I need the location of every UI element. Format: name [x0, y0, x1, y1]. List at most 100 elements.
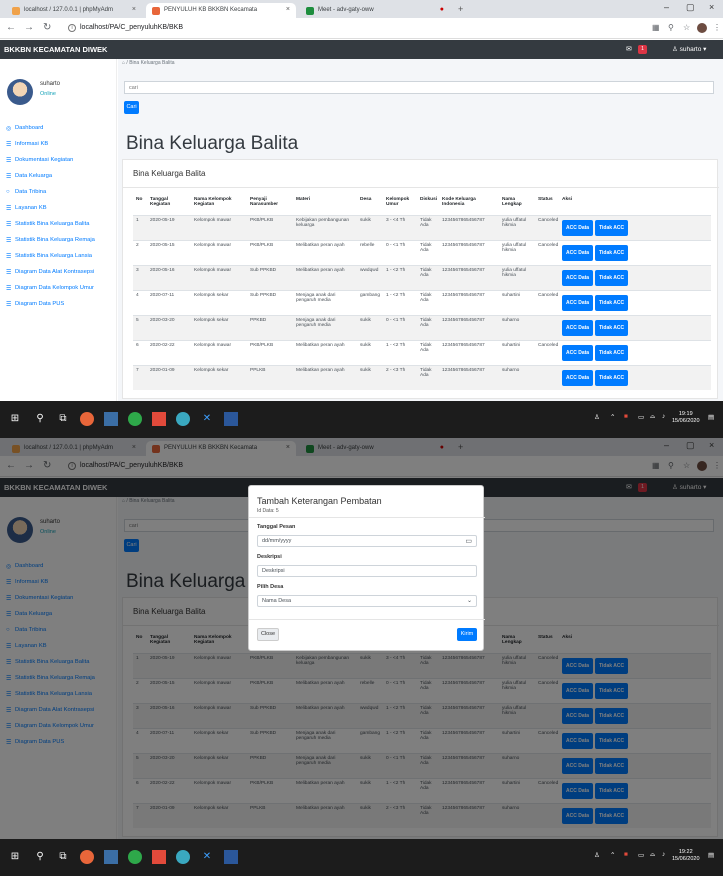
tidak-acc-button[interactable]: Tidak ACC [595, 294, 629, 311]
calendar-icon[interactable]: ▭ [465, 537, 472, 545]
url-field[interactable]: i localhost/PA/C_penyuluhKB/BKB [68, 22, 568, 35]
sidebar-item-dokumentasi[interactable]: ☰Dokumentasi Kegiatan [6, 157, 116, 173]
tab-phpmyadmin[interactable]: localhost / 127.0.0.1 | phpMyAdm × [6, 3, 142, 18]
network-icon[interactable]: ⌓ [650, 851, 655, 859]
search-icon[interactable]: ⚲ [33, 850, 47, 864]
app-icon[interactable] [176, 412, 190, 426]
brand[interactable]: BKKBN KECAMATAN DIWEK [4, 45, 107, 54]
sidebar-item-data-keluarga[interactable]: ☰Data Keluarga [6, 173, 116, 189]
tidak-acc-button[interactable]: Tidak ACC [595, 244, 629, 261]
mail-icon[interactable]: ✉ [626, 45, 632, 53]
windows-start-icon[interactable]: ⊞ [8, 850, 22, 864]
date-input[interactable]: dd/mm/yyyy ▭ [257, 535, 477, 547]
profile-avatar-icon[interactable] [697, 23, 707, 33]
sidebar-item-informasi-kb[interactable]: ☰Informasi KB [6, 141, 116, 157]
menu-dots-icon[interactable]: ⋮ [713, 23, 721, 32]
table-cell: Kelompok sekar [191, 364, 247, 390]
zoom-icon[interactable]: ⚲ [668, 23, 674, 32]
tray-chevron-icon[interactable]: ⌃ [610, 413, 615, 421]
sidebar-item-statistik-balita[interactable]: ☰Statistik Bina Keluarga Balita [6, 221, 116, 237]
new-tab-icon[interactable]: + [458, 4, 463, 14]
table-cell: 1234567865456787 [439, 364, 499, 390]
tidak-acc-button[interactable]: Tidak ACC [595, 319, 629, 336]
back-icon[interactable]: ← [6, 22, 16, 33]
notification-icon[interactable]: ▤ [708, 413, 714, 421]
desc-input[interactable]: Deskripsi [257, 565, 477, 577]
sidebar-item-diagram-kontrasepsi[interactable]: ☰Diagram Data Alat Kontrasepsi [6, 269, 116, 285]
acc-data-button[interactable]: ACC Data [562, 319, 594, 336]
word-icon[interactable] [224, 412, 238, 426]
acc-data-button[interactable]: ACC Data [562, 294, 594, 311]
search-icon[interactable]: ⚲ [33, 412, 47, 426]
volume-icon[interactable]: ♪ [662, 851, 665, 858]
sidebar-item-diagram-umur[interactable]: ☰Diagram Data Kelompok Umur [6, 285, 116, 301]
acc-data-button[interactable]: ACC Data [562, 344, 594, 361]
search-button[interactable]: Cari [124, 101, 139, 114]
vscode-icon[interactable]: ✕ [200, 850, 214, 864]
sidebar-item-layanan-kb[interactable]: ☰Layanan KB [6, 205, 116, 221]
sidebar-item-data-tribina[interactable]: ○ Data Tribina [6, 189, 116, 205]
network-icon[interactable]: ⌓ [650, 413, 655, 421]
sidebar-item-statistik-lansia[interactable]: ☰Statistik Bina Keluarga Lansia [6, 253, 116, 269]
file-explorer-icon[interactable] [104, 412, 118, 426]
xampp-tray-icon[interactable]: ■ [624, 851, 628, 858]
battery-icon[interactable]: ▭ [638, 413, 644, 421]
xampp-tray-icon[interactable]: ■ [624, 413, 628, 420]
whatsapp-icon[interactable] [128, 412, 142, 426]
people-icon[interactable]: ♙ [594, 413, 600, 421]
tray-chevron-icon[interactable]: ⌃ [610, 851, 615, 859]
tidak-acc-button[interactable]: Tidak ACC [595, 369, 629, 386]
acc-data-button[interactable]: ACC Data [562, 244, 594, 261]
notification-icon[interactable]: ▤ [708, 851, 714, 859]
forward-icon[interactable]: → [24, 22, 34, 33]
tidak-acc-button[interactable]: Tidak ACC [595, 269, 629, 286]
tidak-acc-button[interactable]: Tidak ACC [595, 344, 629, 361]
windows-start-icon[interactable]: ⊞ [8, 412, 22, 426]
translate-icon[interactable]: ▦ [652, 23, 660, 32]
vscode-icon[interactable]: ✕ [200, 412, 214, 426]
submit-button[interactable]: Kirim [457, 628, 477, 641]
app-icon[interactable] [176, 850, 190, 864]
tidak-acc-button[interactable]: Tidak ACC [595, 219, 629, 236]
tab-meet[interactable]: Meet - adv-gaty-oww ● [300, 3, 450, 18]
xampp-icon[interactable] [152, 412, 166, 426]
file-explorer-icon[interactable] [104, 850, 118, 864]
minimize-icon[interactable]: – [664, 2, 669, 12]
task-view-icon[interactable]: ⧉ [56, 412, 70, 426]
sidebar-item-statistik-remaja[interactable]: ☰Statistik Bina Keluarga Remaja [6, 237, 116, 253]
action-cell: ACC DataTidak ACC [559, 364, 711, 390]
chrome-icon[interactable] [80, 412, 94, 426]
acc-data-button[interactable]: ACC Data [562, 369, 594, 386]
table-cell: 2020-01-09 [147, 364, 191, 390]
date-label: Tanggal Pesan [257, 524, 296, 530]
volume-icon[interactable]: ♪ [662, 413, 665, 420]
taskbar: ⊞ ⚲ ⧉ ✕ ♙ ⌃ ■ ▭ ⌓ ♪ 19:19 15/06/2020 ▤ [0, 401, 723, 438]
task-view-icon[interactable]: ⧉ [56, 850, 70, 864]
tab-close-icon[interactable]: × [132, 6, 136, 13]
tab-penyuluh[interactable]: PENYULUH KB BKKBN Kecamata × [146, 3, 296, 18]
taskbar-clock[interactable]: 19:19 15/06/2020 [672, 411, 700, 425]
reload-icon[interactable]: ↻ [43, 22, 51, 33]
search-input[interactable]: cari [124, 81, 714, 94]
user-menu[interactable]: ♙ suharto ▾ [672, 45, 706, 53]
window-close-icon[interactable]: × [709, 2, 714, 12]
word-icon[interactable] [224, 850, 238, 864]
acc-data-button[interactable]: ACC Data [562, 219, 594, 236]
desa-select[interactable]: Nama Desa ⌄ [257, 595, 477, 607]
home-icon[interactable]: ⌂ [122, 60, 125, 66]
acc-data-button[interactable]: ACC Data [562, 269, 594, 286]
close-button[interactable]: Close [257, 628, 279, 641]
whatsapp-icon[interactable] [128, 850, 142, 864]
taskbar-clock[interactable]: 19:22 15/06/2020 [672, 849, 700, 863]
chrome-icon[interactable] [80, 850, 94, 864]
maximize-icon[interactable]: ▢ [686, 2, 695, 13]
people-icon[interactable]: ♙ [594, 851, 600, 859]
screenshot-bottom: localhost / 127.0.0.1 | phpMyAdm × PENYU… [0, 438, 723, 876]
sidebar-item-dashboard[interactable]: ◎Dashboard [6, 125, 116, 141]
sidebar-item-diagram-pus[interactable]: ☰Diagram Data PUS [6, 301, 116, 317]
battery-icon[interactable]: ▭ [638, 851, 644, 859]
notification-badge[interactable]: 1 [638, 45, 647, 54]
bookmark-star-icon[interactable]: ☆ [683, 23, 690, 32]
tab-close-icon[interactable]: × [286, 6, 290, 13]
xampp-icon[interactable] [152, 850, 166, 864]
